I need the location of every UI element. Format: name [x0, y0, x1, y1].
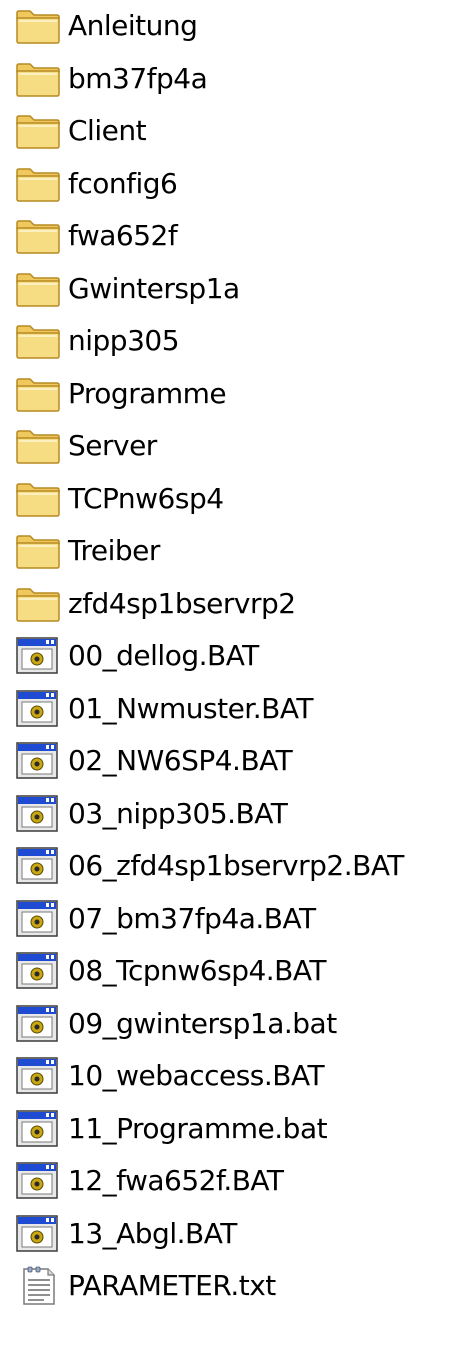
- folder-item[interactable]: Programme: [0, 368, 466, 421]
- item-label: 02_NW6SP4.BAT: [68, 744, 293, 778]
- batch-file-icon: [14, 899, 62, 939]
- item-label: 06_zfd4sp1bservrp2.BAT: [68, 849, 404, 883]
- item-label: PARAMETER.txt: [68, 1269, 276, 1303]
- file-item[interactable]: 11_Programme.bat: [0, 1103, 466, 1156]
- folder-icon: [14, 269, 62, 309]
- file-item[interactable]: 00_dellog.BAT: [0, 630, 466, 683]
- item-label: 03_nipp305.BAT: [68, 796, 288, 830]
- item-label: Treiber: [68, 534, 160, 568]
- item-label: TCPnw6sp4: [68, 481, 224, 515]
- file-item[interactable]: 08_Tcpnw6sp4.BAT: [0, 945, 466, 998]
- batch-file-icon: [14, 794, 62, 834]
- folder-item[interactable]: nipp305: [0, 315, 466, 368]
- file-item[interactable]: PARAMETER.txt: [0, 1260, 466, 1313]
- folder-icon: [14, 321, 62, 361]
- folder-icon: [14, 479, 62, 519]
- folder-icon: [14, 111, 62, 151]
- file-item[interactable]: 03_nipp305.BAT: [0, 788, 466, 841]
- folder-item[interactable]: TCPnw6sp4: [0, 473, 466, 526]
- batch-file-icon: [14, 846, 62, 886]
- item-label: 09_gwintersp1a.bat: [68, 1006, 337, 1040]
- item-label: 10_webaccess.BAT: [68, 1059, 325, 1093]
- folder-item[interactable]: fconfig6: [0, 158, 466, 211]
- file-item[interactable]: 06_zfd4sp1bservrp2.BAT: [0, 840, 466, 893]
- file-item[interactable]: 07_bm37fp4a.BAT: [0, 893, 466, 946]
- file-list: Anleitung bm37fp4a Client fconfig6 fwa65…: [0, 0, 466, 1313]
- item-label: nipp305: [68, 324, 180, 358]
- folder-icon: [14, 164, 62, 204]
- batch-file-icon: [14, 741, 62, 781]
- item-label: Programme: [68, 376, 227, 410]
- batch-file-icon: [14, 1004, 62, 1044]
- item-label: 00_dellog.BAT: [68, 639, 259, 673]
- folder-icon: [14, 59, 62, 99]
- folder-icon: [14, 531, 62, 571]
- item-label: Client: [68, 114, 147, 148]
- folder-item[interactable]: Treiber: [0, 525, 466, 578]
- batch-file-icon: [14, 1109, 62, 1149]
- folder-icon: [14, 584, 62, 624]
- item-label: bm37fp4a: [68, 61, 208, 95]
- batch-file-icon: [14, 689, 62, 729]
- batch-file-icon: [14, 951, 62, 991]
- folder-icon: [14, 216, 62, 256]
- batch-file-icon: [14, 1056, 62, 1096]
- folder-item[interactable]: fwa652f: [0, 210, 466, 263]
- folder-item[interactable]: Gwintersp1a: [0, 263, 466, 316]
- file-item[interactable]: 02_NW6SP4.BAT: [0, 735, 466, 788]
- item-label: Gwintersp1a: [68, 271, 240, 305]
- folder-icon: [14, 6, 62, 46]
- item-label: 13_Abgl.BAT: [68, 1216, 237, 1250]
- batch-file-icon: [14, 1214, 62, 1254]
- item-label: 08_Tcpnw6sp4.BAT: [68, 954, 326, 988]
- item-label: zfd4sp1bservrp2: [68, 586, 296, 620]
- folder-item[interactable]: Server: [0, 420, 466, 473]
- folder-item[interactable]: Client: [0, 105, 466, 158]
- folder-item[interactable]: bm37fp4a: [0, 53, 466, 106]
- item-label: 07_bm37fp4a.BAT: [68, 901, 316, 935]
- item-label: Anleitung: [68, 9, 198, 43]
- item-label: Server: [68, 429, 157, 463]
- file-item[interactable]: 09_gwintersp1a.bat: [0, 998, 466, 1051]
- item-label: 11_Programme.bat: [68, 1111, 328, 1145]
- folder-item[interactable]: Anleitung: [0, 0, 466, 53]
- folder-icon: [14, 374, 62, 414]
- item-label: 12_fwa652f.BAT: [68, 1164, 284, 1198]
- file-item[interactable]: 10_webaccess.BAT: [0, 1050, 466, 1103]
- file-item[interactable]: 01_Nwmuster.BAT: [0, 683, 466, 736]
- batch-file-icon: [14, 1161, 62, 1201]
- file-item[interactable]: 13_Abgl.BAT: [0, 1208, 466, 1261]
- folder-icon: [14, 426, 62, 466]
- item-label: fconfig6: [68, 166, 178, 200]
- text-file-icon: [14, 1266, 62, 1306]
- folder-item[interactable]: zfd4sp1bservrp2: [0, 578, 466, 631]
- item-label: 01_Nwmuster.BAT: [68, 691, 313, 725]
- batch-file-icon: [14, 636, 62, 676]
- item-label: fwa652f: [68, 219, 178, 253]
- file-item[interactable]: 12_fwa652f.BAT: [0, 1155, 466, 1208]
